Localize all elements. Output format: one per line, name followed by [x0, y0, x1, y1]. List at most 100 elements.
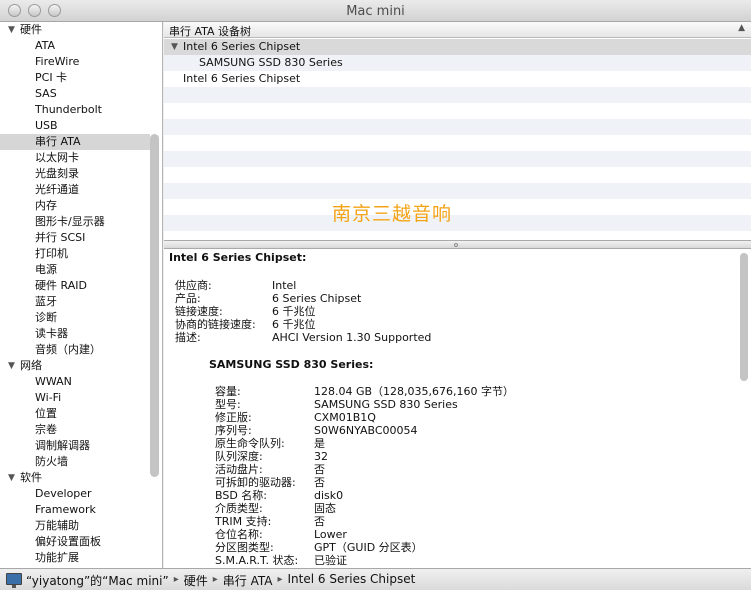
sidebar-item[interactable]: 功能扩展: [0, 550, 150, 566]
tree-row-empty: [164, 215, 751, 231]
sidebar-item-label: 硬件 RAID: [35, 279, 87, 292]
breadcrumb-item[interactable]: Intel 6 Series Chipset: [288, 572, 416, 586]
sidebar-item-label: 网络: [20, 359, 42, 372]
sidebar-item[interactable]: 偏好设置面板: [0, 534, 150, 550]
sidebar-group[interactable]: ▼ 硬件: [0, 22, 150, 38]
breadcrumb-item[interactable]: “yiyatong”的“Mac mini”: [26, 572, 169, 589]
sidebar-item[interactable]: Thunderbolt: [0, 102, 150, 118]
sidebar-item[interactable]: Developer: [0, 486, 150, 502]
sidebar-item-label: Developer: [35, 487, 92, 500]
property-key: 描述:: [175, 331, 201, 344]
disclosure-triangle-icon[interactable]: ▼: [171, 39, 178, 55]
sidebar-item[interactable]: 诊断: [0, 310, 150, 326]
sidebar-item[interactable]: 调制解调器: [0, 438, 150, 454]
sidebar-item-label: PCI 卡: [35, 71, 68, 84]
sidebar-item[interactable]: ATA: [0, 38, 150, 54]
tree-row[interactable]: ▼ Intel 6 Series Chipset: [164, 39, 751, 55]
sidebar-item-label: 硬件: [20, 23, 42, 36]
sidebar-item[interactable]: 防火墙: [0, 454, 150, 470]
property-value: 6 Series Chipset: [272, 292, 362, 305]
property-value: CXM01B1Q: [314, 411, 376, 424]
property-value: 否: [314, 463, 325, 476]
property-key: 分区图类型:: [215, 541, 274, 554]
sidebar-item[interactable]: 硬件 RAID: [0, 278, 150, 294]
sidebar-item-label: Wi-Fi: [35, 391, 62, 404]
sidebar-item[interactable]: 光盘刻录: [0, 166, 150, 182]
tree-column-header[interactable]: 串行 ATA 设备树 ▲: [164, 22, 751, 38]
tree-row[interactable]: Intel 6 Series Chipset: [164, 71, 751, 87]
sidebar-item[interactable]: 位置: [0, 406, 150, 422]
sidebar-item[interactable]: 读卡器: [0, 326, 150, 342]
property-key: S.M.A.R.T. 状态:: [215, 554, 299, 567]
property-value: 是: [314, 437, 325, 450]
property-value: 否: [314, 476, 325, 489]
pane-splitter[interactable]: [164, 240, 751, 249]
property-value: 6 千兆位: [272, 305, 316, 318]
disclosure-triangle-icon[interactable]: ▼: [8, 358, 15, 374]
sidebar-item-label: 蓝牙: [35, 295, 57, 308]
sidebar: ▼ 硬件 ATA FireWire PCI 卡 SAS Thunderbolt USB 串行 A…: [0, 22, 163, 568]
computer-icon: [6, 573, 22, 588]
sort-arrow-icon: ▲: [738, 23, 745, 33]
sidebar-item[interactable]: 光纤通道: [0, 182, 150, 198]
sidebar-item[interactable]: PCI 卡: [0, 70, 150, 86]
sidebar-item[interactable]: FireWire: [0, 54, 150, 70]
property-key: 型号:: [215, 398, 241, 411]
breadcrumb-item[interactable]: 串行 ATA: [223, 572, 273, 589]
property-key: 介质类型:: [215, 502, 263, 515]
property-key: BSD 名称:: [215, 489, 268, 502]
tree-row[interactable]: SAMSUNG SSD 830 Series: [164, 55, 751, 71]
sidebar-item[interactable]: 音频（内建）: [0, 342, 150, 358]
property-value: 128.04 GB（128,035,676,160 字节）: [314, 385, 515, 398]
sidebar-item-label: 宗卷: [35, 423, 57, 436]
sidebar-item-label: 功能扩展: [35, 551, 79, 564]
detail-scrollbar[interactable]: [740, 253, 748, 381]
tree-row-empty: [164, 103, 751, 119]
sidebar-item[interactable]: 并行 SCSI: [0, 230, 150, 246]
property-value: 6 千兆位: [272, 318, 316, 331]
breadcrumb-item[interactable]: 硬件: [184, 572, 208, 589]
sidebar-item[interactable]: 内存: [0, 198, 150, 214]
sidebar-item[interactable]: 万能辅助: [0, 518, 150, 534]
sidebar-item[interactable]: 电源: [0, 262, 150, 278]
sidebar-item-label: 诊断: [35, 311, 57, 324]
disclosure-triangle-icon[interactable]: ▼: [8, 22, 15, 38]
sidebar-item[interactable]: 串行 ATA: [0, 134, 150, 150]
sidebar-item-label: 读卡器: [35, 327, 68, 340]
sidebar-item-label: 偏好设置面板: [35, 535, 101, 548]
tree-column-title: 串行 ATA 设备树: [169, 25, 252, 38]
sidebar-item-label: Framework: [35, 503, 96, 516]
sidebar-item-label: 位置: [35, 407, 57, 420]
property-value: disk0: [314, 489, 344, 502]
sidebar-item[interactable]: 宗卷: [0, 422, 150, 438]
sidebar-item[interactable]: Framework: [0, 502, 150, 518]
sidebar-item-label: 软件: [20, 471, 42, 484]
sidebar-item[interactable]: 蓝牙: [0, 294, 150, 310]
tree-row-empty: [164, 167, 751, 183]
sidebar-item-label: 串行 ATA: [35, 135, 81, 148]
sidebar-item[interactable]: SAS: [0, 86, 150, 102]
property-value: 固态: [314, 502, 336, 515]
sidebar-item-label: 电源: [35, 263, 57, 276]
breadcrumb: “yiyatong”的“Mac mini” ▸ 硬件 ▸ 串行 ATA ▸ Intel 6 …: [6, 572, 415, 589]
property-key: 修正版:: [215, 411, 252, 424]
sidebar-item[interactable]: 以太网卡: [0, 150, 150, 166]
sidebar-item[interactable]: 图形卡/显示器: [0, 214, 150, 230]
sidebar-item-label: WWAN: [35, 375, 72, 388]
sidebar-group[interactable]: ▼ 网络: [0, 358, 150, 374]
disclosure-triangle-icon[interactable]: ▼: [8, 470, 15, 486]
property-key: TRIM 支持:: [215, 515, 272, 528]
property-key: 活动盘片:: [215, 463, 263, 476]
property-key: 仓位名称:: [215, 528, 263, 541]
sidebar-item[interactable]: 打印机: [0, 246, 150, 262]
sidebar-scrollbar[interactable]: [150, 134, 159, 477]
sidebar-item[interactable]: Wi-Fi: [0, 390, 150, 406]
sidebar-group[interactable]: ▼ 软件: [0, 470, 150, 486]
detail-pane: Intel 6 Series Chipset: SAMSUNG SSD 830 …: [164, 249, 751, 568]
property-key: 供应商:: [175, 279, 212, 292]
sidebar-item-label: USB: [35, 119, 58, 132]
window-title: Mac mini: [346, 4, 405, 19]
sidebar-item[interactable]: USB: [0, 118, 150, 134]
breadcrumb-separator-icon: ▸: [277, 574, 283, 585]
sidebar-item[interactable]: WWAN: [0, 374, 150, 390]
